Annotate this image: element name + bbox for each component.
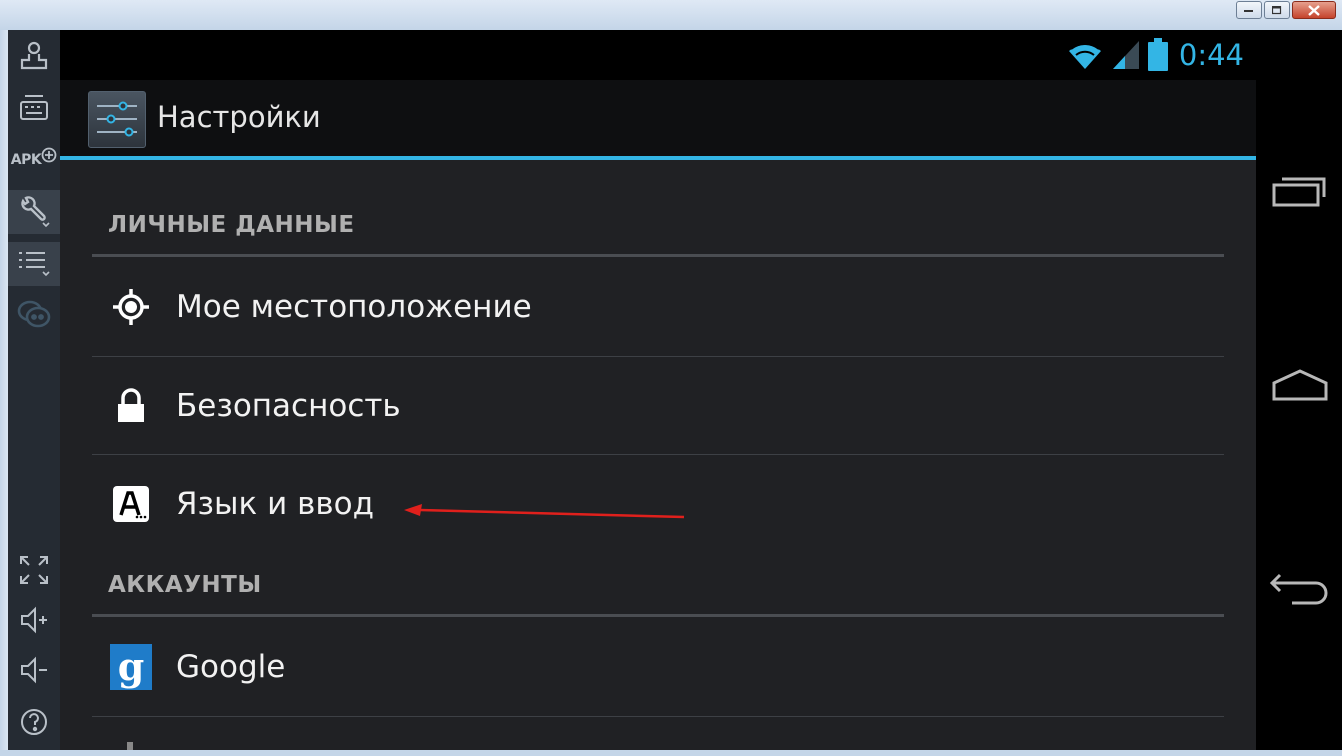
maximize-button[interactable]: [1264, 1, 1290, 19]
recent-apps-icon[interactable]: [1268, 166, 1332, 216]
list-item-google[interactable]: g Google: [92, 618, 1224, 715]
chat-icon[interactable]: [8, 292, 60, 336]
list-item-label: Google: [176, 648, 286, 685]
lock-icon: [110, 385, 152, 427]
list-item-security[interactable]: Безопасность: [92, 357, 1224, 454]
close-button[interactable]: [1292, 1, 1336, 19]
settings-app-icon[interactable]: [88, 91, 146, 148]
device-icon[interactable]: [8, 34, 60, 78]
wrench-icon[interactable]: [8, 190, 60, 234]
section-header-personal: ЛИЧНЫЕ ДАННЫЕ: [108, 212, 355, 238]
emulator-toolbar: APK: [8, 30, 60, 750]
list-item-label: Безопасность: [176, 387, 401, 424]
page-title: Настройки: [157, 100, 321, 134]
section-divider-accounts: [92, 614, 1224, 617]
battery-icon: [1147, 38, 1168, 71]
google-icon-glyph: g: [110, 643, 152, 690]
location-icon: [110, 286, 152, 328]
keyboard-icon[interactable]: [8, 86, 60, 130]
section-header-accounts: АККАУНТЫ: [108, 572, 262, 598]
apk-label: APK: [10, 152, 42, 168]
action-bar: Настройки: [60, 80, 1256, 156]
language-input-icon: [110, 483, 152, 525]
help-icon[interactable]: [8, 700, 60, 744]
list-item-label: Язык и ввод: [176, 485, 375, 522]
list-item-location[interactable]: Мое местоположение: [92, 258, 1224, 355]
apk-install-icon[interactable]: APK: [8, 138, 60, 182]
action-bar-divider: [60, 156, 1256, 160]
window-border-left: [0, 30, 8, 756]
annotation-arrow: [404, 504, 685, 519]
window-controls: [1236, 1, 1336, 19]
fullscreen-icon[interactable]: [8, 548, 60, 592]
signal-icon: [1112, 41, 1139, 69]
back-icon[interactable]: [1268, 562, 1332, 612]
volume-up-icon[interactable]: [8, 598, 60, 642]
home-icon[interactable]: [1268, 360, 1332, 410]
window-titlebar: [0, 0, 1342, 30]
status-bar: 0:44: [60, 30, 1256, 80]
list-item-label: Мое местоположение: [176, 288, 532, 325]
android-nav-bar: [1256, 30, 1342, 750]
volume-down-icon[interactable]: [8, 648, 60, 692]
window-border-bottom: [0, 750, 1342, 756]
minimize-button[interactable]: [1236, 1, 1262, 19]
add-account-icon-partial: [127, 742, 133, 750]
list-divider: [92, 716, 1224, 717]
status-icons: 0:44: [1065, 38, 1244, 72]
google-icon: g: [110, 643, 152, 690]
list-icon[interactable]: [8, 242, 60, 286]
section-divider-personal: [92, 254, 1224, 257]
status-clock: 0:44: [1178, 38, 1244, 72]
wifi-icon: [1068, 42, 1101, 69]
android-screen: 0:44 Настройки ЛИЧНЫЕ ДАННЫЕ Мое местопо…: [60, 30, 1256, 750]
